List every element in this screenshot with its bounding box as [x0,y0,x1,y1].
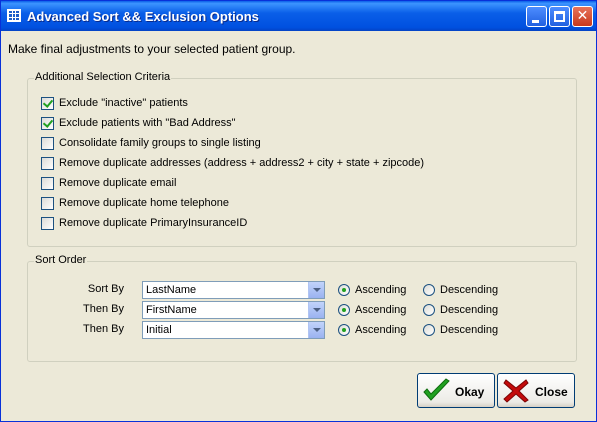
checkbox-label: Remove duplicate PrimaryInsuranceID [59,217,248,229]
intro-text: Make final adjustments to your selected … [8,42,296,56]
close-label: Close [535,385,568,399]
then-by-value: FirstName [146,304,197,316]
then-by-label: Then By [83,323,124,335]
close-button[interactable]: Close [497,373,575,408]
maximize-icon [554,11,565,22]
sort-by-value: LastName [146,284,197,296]
sort-by-select[interactable]: LastName [142,281,325,299]
then-by-2-ascending-radio[interactable] [338,324,350,336]
sort-by-descending-radio[interactable] [423,284,435,296]
chevron-down-icon[interactable] [308,322,324,338]
checkbox-label: Remove duplicate home telephone [59,197,230,209]
checkbox-label: Remove duplicate addresses (address + ad… [59,157,425,169]
checkbox-label: Exclude "inactive" patients [59,97,188,109]
red-x-icon [503,379,529,403]
descending-label: Descending [440,304,499,316]
sort-by-ascending-radio[interactable] [338,284,350,296]
checkbox-label: Consolidate family groups to single list… [59,137,261,149]
then-by-1-descending-radio[interactable] [423,304,435,316]
remove-duplicate-insurance-id-checkbox[interactable] [41,217,54,230]
remove-duplicate-addresses-checkbox[interactable] [41,157,54,170]
sort-order-legend: Sort Order [34,254,88,266]
exclude-inactive-checkbox[interactable] [41,97,54,110]
sort-order-group: Sort Order Sort By LastName Ascending De… [27,254,577,362]
criteria-group: Additional Selection Criteria Exclude "i… [27,71,577,247]
then-by-2-descending-radio[interactable] [423,324,435,336]
criteria-legend: Additional Selection Criteria [34,71,172,83]
remove-duplicate-email-checkbox[interactable] [41,177,54,190]
ascending-label: Ascending [355,284,407,296]
then-by-label: Then By [83,303,124,315]
then-by-select-2[interactable]: Initial [142,321,325,339]
then-by-1-ascending-radio[interactable] [338,304,350,316]
chevron-down-icon[interactable] [308,282,324,298]
remove-duplicate-telephone-checkbox[interactable] [41,197,54,210]
close-icon: ✕ [576,8,589,24]
minimize-icon [532,20,539,23]
app-icon [7,9,21,22]
maximize-button[interactable] [549,6,570,27]
window-title: Advanced Sort && Exclusion Options [27,9,259,24]
chevron-down-icon[interactable] [308,302,324,318]
dialog-window: Advanced Sort && Exclusion Options ✕ Mak… [0,0,597,422]
title-bar[interactable]: Advanced Sort && Exclusion Options ✕ [1,1,596,31]
checkmark-icon [423,378,450,401]
descending-label: Descending [440,324,499,336]
ascending-label: Ascending [355,304,407,316]
then-by-select-1[interactable]: FirstName [142,301,325,319]
consolidate-family-checkbox[interactable] [41,137,54,150]
descending-label: Descending [440,284,499,296]
sort-by-label: Sort By [87,283,124,295]
then-by-value: Initial [146,324,172,336]
minimize-button[interactable] [526,6,547,27]
checkbox-label: Exclude patients with "Bad Address" [59,117,236,129]
close-window-button[interactable]: ✕ [572,6,593,27]
exclude-bad-address-checkbox[interactable] [41,117,54,130]
okay-label: Okay [455,385,485,399]
okay-button[interactable]: Okay [417,373,495,408]
ascending-label: Ascending [355,324,407,336]
checkbox-label: Remove duplicate email [59,177,177,189]
